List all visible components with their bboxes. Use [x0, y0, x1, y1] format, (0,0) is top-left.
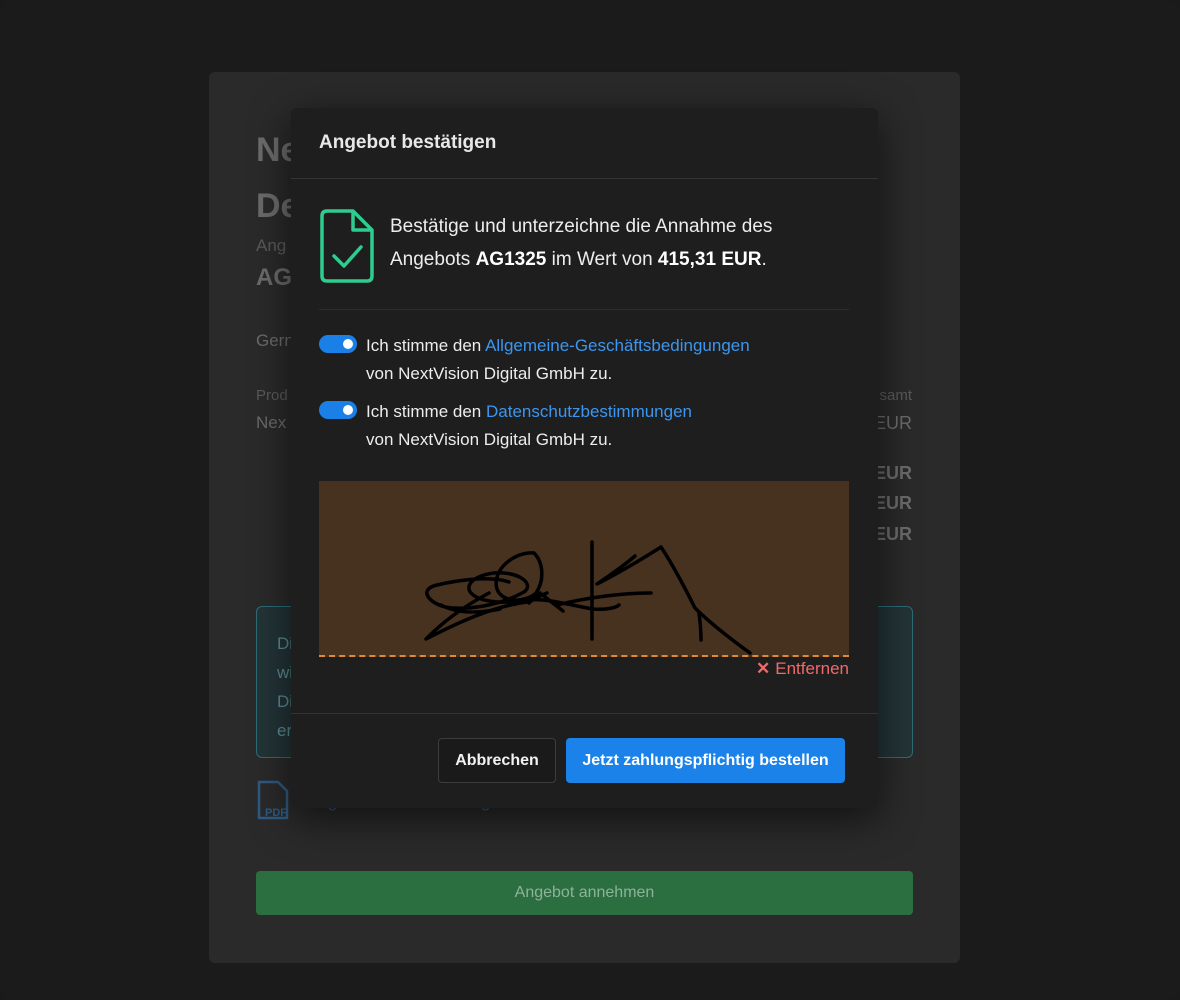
column-header-product: Prod [256, 387, 288, 404]
column-header-total: samt [879, 387, 912, 404]
place-order-button[interactable]: Jetzt zahlungspflichtig bestellen [566, 738, 845, 783]
offer-greeting: Gern [256, 331, 294, 350]
terms-consent-text: Ich stimme den Allgemeine-Geschäftsbedin… [366, 336, 750, 383]
offer-summary: Bestätige und unterzeichne die Annahme d… [319, 208, 849, 310]
offer-amount: 415,31 EUR [657, 249, 762, 270]
offer-summary-text: Bestätige und unterzeichne die Annahme d… [390, 216, 773, 270]
app-frame: Ne De Ang AG Gern Prod Nex samt EUR EUR … [0, 0, 1180, 1000]
pdf-file-icon: PDF [257, 780, 289, 820]
grand-total-value: EUR [873, 524, 912, 544]
privacy-toggle[interactable] [319, 401, 357, 419]
confirm-offer-dialog: Angebot bestätigen Bestätige und unterze… [291, 108, 878, 808]
terms-toggle[interactable] [319, 335, 357, 353]
offer-number-label: Ang [256, 236, 287, 255]
signature-drawing [424, 540, 752, 655]
product-name: Nex [256, 413, 287, 432]
terms-link[interactable]: Allgemeine-Geschäftsbedingungen [485, 336, 750, 355]
subtotal-value: EUR [873, 463, 912, 483]
toggle-knob [343, 339, 353, 349]
offer-number: AG [256, 264, 292, 291]
signature-pad[interactable] [319, 481, 849, 657]
line-total: EUR [873, 413, 912, 433]
tax-value: EUR [873, 493, 912, 513]
privacy-link[interactable]: Datenschutzbestimmungen [486, 402, 692, 421]
document-check-icon [320, 209, 374, 283]
accept-offer-button[interactable]: Angebot annehmen [256, 871, 913, 915]
offer-id: AG1325 [475, 249, 547, 270]
cancel-button[interactable]: Abbrechen [438, 738, 556, 783]
toggle-knob [343, 405, 353, 415]
signature-baseline [319, 655, 849, 657]
remove-signature-button[interactable]: ✕ Entfernen [756, 659, 849, 679]
close-icon: ✕ [756, 659, 771, 678]
svg-text:PDF: PDF [265, 807, 287, 819]
dialog-title: Angebot bestätigen [291, 108, 878, 179]
dialog-footer: Abbrechen Jetzt zahlungspflichtig bestel… [291, 713, 878, 808]
privacy-consent-text: Ich stimme den Datenschutzbestimmungen v… [366, 402, 693, 449]
